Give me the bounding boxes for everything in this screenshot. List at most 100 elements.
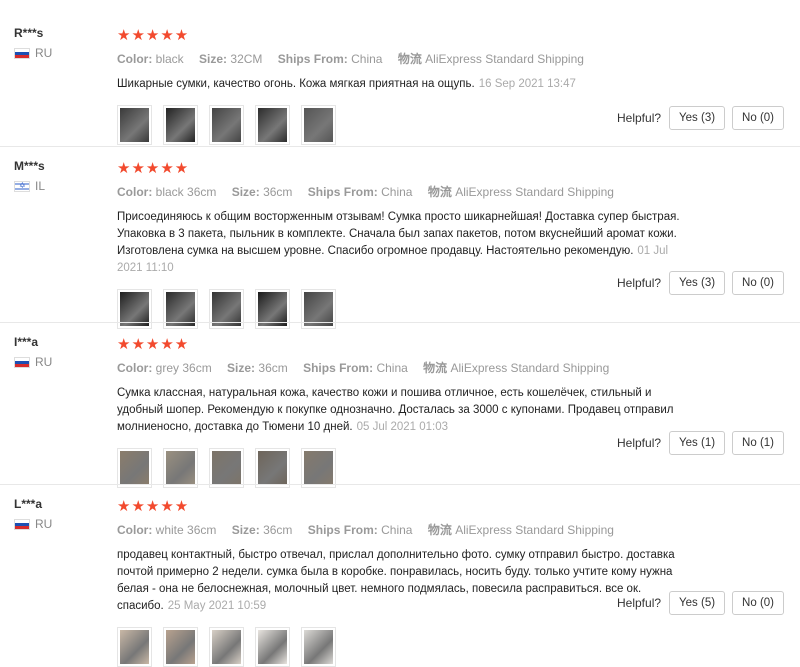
shipping-method: AliExpress Standard Shipping [455, 523, 614, 537]
review-country: RU [14, 517, 52, 531]
ships-from-value: China [381, 185, 413, 199]
review-meta: Color: black Size: 32CM Ships From: Chin… [117, 50, 784, 67]
review-meta: Color: black 36cm Size: 36cm Ships From:… [117, 183, 784, 200]
star-rating: ★★★★★ [117, 160, 190, 177]
review-date: 25 May 2021 10:59 [167, 600, 267, 612]
helpful-controls: Helpful? Yes (1) No (1) [617, 431, 784, 455]
color-value: black 36cm [155, 185, 217, 199]
review-country: IL [14, 179, 45, 193]
color-label: Color: [117, 523, 153, 537]
star-rating: ★★★★★ [117, 27, 190, 44]
color-value: grey 36cm [155, 361, 212, 375]
review-photo-thumbnail[interactable] [209, 448, 244, 488]
review-meta: Color: grey 36cm Size: 36cm Ships From: … [117, 359, 784, 376]
shipping-method: AliExpress Standard Shipping [455, 185, 614, 199]
ships-from-value: China [381, 523, 413, 537]
ships-from-label: Ships From: [277, 52, 348, 66]
helpful-yes-button[interactable]: Yes (1) [669, 431, 726, 455]
country-code: RU [35, 517, 53, 531]
helpful-no-button[interactable]: No (1) [732, 431, 784, 455]
ships-from-label: Ships From: [307, 523, 378, 537]
helpful-controls: Helpful? Yes (5) No (0) [617, 591, 784, 615]
review-text: Шикарные сумки, качество огонь. Кожа мяг… [117, 76, 692, 93]
review-photo-thumbnail[interactable] [255, 627, 290, 667]
helpful-no-button[interactable]: No (0) [732, 591, 784, 615]
helpful-yes-button[interactable]: Yes (3) [669, 106, 726, 130]
helpful-controls: Helpful? Yes (3) No (0) [617, 271, 784, 295]
shipping-label: 物流 [427, 185, 452, 199]
helpful-no-button[interactable]: No (0) [732, 271, 784, 295]
review-text: Присоединяюсь к общим восторженным отзыв… [117, 209, 692, 277]
review-text: Сумка классная, натуральная кожа, качест… [117, 385, 692, 436]
review-body: ★★★★★ Color: black 36cm Size: 36cm Ships… [117, 159, 784, 329]
review-photo-thumbnail[interactable] [117, 105, 152, 145]
size-value: 36cm [258, 361, 288, 375]
review-photo-thumbnail[interactable] [209, 627, 244, 667]
country-code: IL [35, 179, 46, 193]
size-label: Size: [199, 52, 228, 66]
review-country: RU [14, 355, 52, 369]
star-rating: ★★★★★ [117, 336, 190, 353]
review-photo-thumbnail[interactable] [301, 448, 336, 488]
color-label: Color: [117, 52, 153, 66]
review-user-name: L***a [14, 497, 43, 511]
helpful-label: Helpful? [617, 436, 662, 450]
review-photo-thumbnail[interactable] [301, 105, 336, 145]
review-date: 16 Sep 2021 13:47 [478, 78, 576, 90]
review-item: I***a RU ★★★★★ Color: grey 36cm Size: 36… [0, 322, 800, 488]
color-value: white 36cm [155, 523, 217, 537]
color-label: Color: [117, 361, 153, 375]
review-content: Присоединяюсь к общим восторженным отзыв… [117, 211, 680, 257]
review-photo-thumbnail[interactable] [255, 105, 290, 145]
helpful-yes-button[interactable]: Yes (5) [669, 591, 726, 615]
shipping-label: 物流 [427, 523, 452, 537]
helpful-no-button[interactable]: No (0) [732, 106, 784, 130]
shipping-method: AliExpress Standard Shipping [425, 52, 584, 66]
flag-icon [14, 518, 30, 530]
size-label: Size: [231, 185, 260, 199]
review-item: R***s RU ★★★★★ Color: black Size: 32CM S… [0, 14, 800, 146]
color-value: black [155, 52, 184, 66]
ships-from-value: China [376, 361, 408, 375]
color-label: Color: [117, 185, 153, 199]
review-meta: Color: white 36cm Size: 36cm Ships From:… [117, 521, 784, 538]
helpful-yes-button[interactable]: Yes (3) [669, 271, 726, 295]
review-photo-thumbnail[interactable] [163, 448, 198, 488]
flag-icon [14, 47, 30, 59]
country-code: RU [35, 46, 53, 60]
size-value: 36cm [263, 185, 293, 199]
country-code: RU [35, 355, 53, 369]
flag-icon [14, 179, 30, 193]
review-photo-thumbnail[interactable] [163, 627, 198, 667]
size-value: 32CM [230, 52, 263, 66]
review-photo-thumbnail[interactable] [301, 627, 336, 667]
ships-from-value: China [351, 52, 383, 66]
review-content: Шикарные сумки, качество огонь. Кожа мяг… [117, 78, 475, 90]
review-date: 05 Jul 2021 01:03 [356, 421, 449, 433]
shipping-label: 物流 [397, 52, 422, 66]
review-item: L***a RU ★★★★★ Color: white 36cm Size: 3… [0, 484, 800, 667]
size-value: 36cm [263, 523, 293, 537]
review-photos [117, 627, 784, 667]
review-photo-thumbnail[interactable] [209, 105, 244, 145]
review-photo-thumbnail[interactable] [117, 448, 152, 488]
helpful-label: Helpful? [617, 276, 662, 290]
flag-icon [14, 356, 30, 368]
review-user-name: I***a [14, 335, 39, 349]
size-label: Size: [231, 523, 260, 537]
star-rating: ★★★★★ [117, 498, 190, 515]
review-photo-thumbnail[interactable] [255, 448, 290, 488]
helpful-label: Helpful? [617, 111, 662, 125]
size-label: Size: [227, 361, 256, 375]
review-user-name: M***s [14, 159, 45, 173]
review-text: продавец контактный, быстро отвечал, при… [117, 547, 692, 615]
review-body: ★★★★★ Color: white 36cm Size: 36cm Ships… [117, 497, 784, 667]
shipping-method: AliExpress Standard Shipping [450, 361, 610, 375]
review-user-name: R***s [14, 26, 44, 40]
review-country: RU [14, 46, 52, 60]
review-photo-thumbnail[interactable] [117, 627, 152, 667]
review-photo-thumbnail[interactable] [163, 105, 198, 145]
ships-from-label: Ships From: [303, 361, 374, 375]
helpful-controls: Helpful? Yes (3) No (0) [617, 106, 784, 130]
ships-from-label: Ships From: [307, 185, 378, 199]
